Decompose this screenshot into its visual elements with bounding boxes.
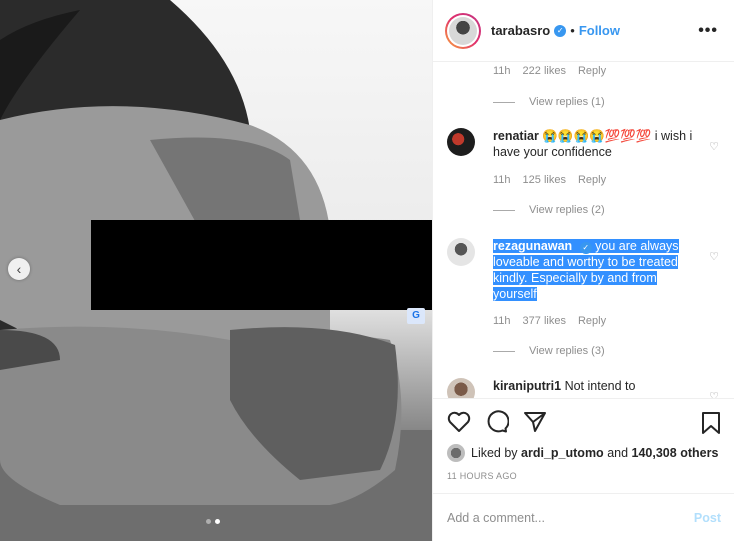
comment-item: renatiar 😭😭😭😭💯💯💯 i wish i have your conf…: [447, 128, 721, 160]
like-heart-icon[interactable]: [447, 411, 471, 433]
view-replies-button[interactable]: View replies (2): [493, 204, 605, 216]
like-comment-heart-icon[interactable]: ♡: [709, 140, 719, 153]
post-actions: Liked by ardi_p_utomo and 140,308 others…: [433, 398, 734, 481]
comment-item: rezagunawan ✓ you are always loveable an…: [447, 238, 721, 302]
view-replies-button[interactable]: View replies (1): [493, 96, 605, 108]
carousel-dots: [206, 519, 220, 524]
like-comment-heart-icon[interactable]: ♡: [709, 390, 719, 398]
post-header: tarabasro ✓ • Follow •••: [433, 0, 734, 62]
carousel-dot: [206, 519, 211, 524]
add-comment-input[interactable]: [447, 510, 694, 525]
verified-icon: ✓: [579, 242, 592, 254]
comment-meta: 11h 125 likes Reply: [493, 174, 607, 186]
story-ring[interactable]: [445, 12, 481, 49]
add-comment-bar: Post: [433, 493, 734, 541]
previous-photo-button[interactable]: ‹: [8, 258, 30, 280]
reply-button[interactable]: Reply: [578, 65, 606, 77]
comment-username[interactable]: renatiar: [493, 129, 539, 143]
avatar: [449, 16, 477, 45]
comment-meta: 11h 377 likes Reply: [493, 315, 607, 327]
bookmark-icon[interactable]: [701, 411, 721, 435]
post-comment-button[interactable]: Post: [694, 511, 721, 525]
comments-list[interactable]: 11h 222 likes Reply View replies (1) ren…: [433, 62, 734, 398]
separator-dot: •: [570, 23, 575, 38]
like-comment-heart-icon[interactable]: ♡: [709, 250, 719, 263]
comment-bubble-icon[interactable]: [485, 410, 509, 434]
avatar[interactable]: [447, 444, 465, 462]
comment-username[interactable]: kiraniputri1: [493, 379, 561, 393]
translate-icon[interactable]: G: [407, 308, 425, 324]
reply-button[interactable]: Reply: [578, 315, 606, 327]
avatar[interactable]: [447, 128, 475, 156]
comment-username[interactable]: rezagunawan: [493, 239, 572, 253]
comment-text: Not intend to: [564, 379, 636, 393]
comment-item: kiraniputri1 Not intend to ♡: [447, 378, 721, 398]
likes-summary: Liked by ardi_p_utomo and 140,308 others: [433, 444, 734, 462]
likes-count[interactable]: 140,308 others: [632, 446, 719, 460]
reply-button[interactable]: Reply: [578, 174, 606, 186]
liker-username[interactable]: ardi_p_utomo: [521, 446, 604, 460]
verified-icon: ✓: [554, 24, 567, 37]
comment-meta: 11h 222 likes Reply: [493, 65, 607, 77]
post-photo: ‹ G: [0, 0, 432, 541]
redaction-box: [91, 220, 432, 310]
avatar[interactable]: [447, 378, 475, 398]
carousel-dot-active: [215, 519, 220, 524]
more-options-icon[interactable]: •••: [698, 22, 718, 40]
post-timestamp[interactable]: 11 HOURS AGO: [433, 471, 734, 481]
share-paper-plane-icon[interactable]: [523, 410, 547, 434]
avatar[interactable]: [447, 238, 475, 266]
view-replies-button[interactable]: View replies (3): [493, 345, 605, 357]
post-username[interactable]: tarabasro: [491, 23, 550, 38]
post-side-panel: tarabasro ✓ • Follow ••• 11h 222 likes R…: [432, 0, 734, 541]
follow-button[interactable]: Follow: [579, 23, 620, 38]
